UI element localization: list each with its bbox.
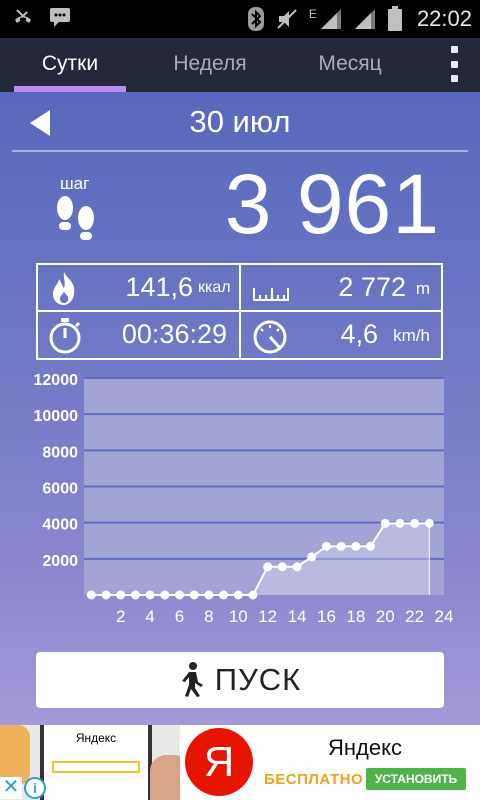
calories-unit: ккал [198,279,231,296]
x-tick-label: 20 [376,607,395,626]
tab-day[interactable]: Сутки [0,38,140,92]
steps-chart: 2000 4000 6000 8000 10000 12000 2 4 6 8 10 12 14 16 18… [0,368,480,638]
data-point [189,590,199,600]
data-point [366,541,376,551]
y-tick-label: 10000 [34,408,79,425]
data-point [292,562,302,572]
footprints-icon [57,196,94,240]
distance-cell: 2 772 m [241,265,442,310]
x-tick-label: 16 [317,607,336,626]
x-tick-label: 4 [145,607,154,626]
main-panel: 30 июл шаг 3 961 141,6 ккал 2 772 m 00:3… [0,92,480,725]
data-point [307,552,317,562]
mute-icon [277,9,297,29]
steps-label: шаг [60,174,90,193]
speed-value: 4,6 [340,319,378,349]
close-icon[interactable]: ✕ [0,777,22,799]
date-label: 30 июл [189,104,291,139]
distance-unit: m [415,279,430,298]
data-point [351,541,361,551]
data-point [410,518,420,528]
tab-week[interactable]: Неделя [140,38,280,92]
tab-month[interactable]: Месяц [280,38,420,92]
data-point [380,518,390,528]
status-bar: E 22:02 [0,0,480,38]
ruler-icon [253,288,289,301]
data-point [160,590,170,600]
x-tick-label: 22 [405,607,424,626]
data-point [204,590,214,600]
data-point [145,590,155,600]
data-point [248,590,258,600]
data-point [321,541,331,551]
signal-icon [320,9,341,29]
ad-screenshot-text: Яндекс [75,731,117,745]
start-button-label: ПУСК [214,662,302,697]
speedometer-icon [253,320,287,354]
calories-cell: 141,6 ккал [38,265,239,310]
install-button[interactable]: УСТАНОВИТЬ [366,768,466,790]
distance-value: 2 772 [338,272,406,302]
flame-icon [53,272,75,305]
ad-banner[interactable]: Яндекс ✕ i Я Яндекс БЕСПЛАТНО УСТАНОВИТЬ [0,725,480,800]
data-point [395,518,405,528]
data-point [101,590,111,600]
data-point [116,590,126,600]
duration-cell: 00:36:29 [38,312,239,357]
data-point [130,590,140,600]
x-tick-label: 8 [204,607,213,626]
calories-value: 141,6 [125,272,193,302]
missed-call-icon [15,9,31,23]
period-tabs: Сутки Неделя Месяц [0,38,480,92]
y-tick-label: 8000 [42,444,78,461]
y-tick-label: 12000 [34,372,79,389]
battery-icon [387,6,402,31]
x-tick-label: 12 [258,607,277,626]
yandex-logo: Я [182,727,256,798]
x-tick-label: 10 [229,607,248,626]
ad-title: Яндекс [328,735,402,760]
y-tick-label: 4000 [42,517,78,534]
network-type-label: E [308,7,317,21]
data-point [263,562,273,572]
x-tick-label: 14 [288,607,307,626]
data-point [175,590,185,600]
speed-cell: 4,6 km/h [241,312,442,357]
chart-svg: 200040006000800010000120002 4 6 8 10 12 14 16 18… [34,372,454,626]
stats-grid: 141,6 ккал 2 772 m 00:36:29 4,6 km/h [36,263,443,360]
x-tick-label: 2 [116,607,125,626]
start-button[interactable]: ПУСК [36,652,444,708]
speed-unit: km/h [393,326,430,345]
data-point [277,562,287,572]
data-point [86,590,96,600]
data-point [336,541,346,551]
ad-free-label: БЕСПЛАТНО [264,771,364,788]
divider [12,150,468,152]
x-tick-label: 6 [175,607,184,626]
data-point [233,590,243,600]
x-tick-label: 18 [346,607,365,626]
bluetooth-icon [247,7,264,31]
data-point [424,518,434,528]
y-tick-label: 2000 [42,553,78,570]
date-navigator: 30 июл [0,92,480,152]
y-tick-label: 6000 [42,481,78,498]
x-tick-label: 24 [435,607,454,626]
clock: 22:02 [416,6,472,31]
stopwatch-icon [49,318,81,354]
duration-value: 00:36:29 [121,319,227,349]
overflow-menu-icon[interactable] [444,46,464,82]
yandex-logo-letter: Я [185,728,253,796]
steps-count: 3 961 [224,157,440,251]
walking-person-icon [181,662,203,697]
data-point [219,590,229,600]
signal-icon [354,9,375,29]
message-icon [50,8,70,27]
info-icon[interactable]: i [24,777,46,799]
